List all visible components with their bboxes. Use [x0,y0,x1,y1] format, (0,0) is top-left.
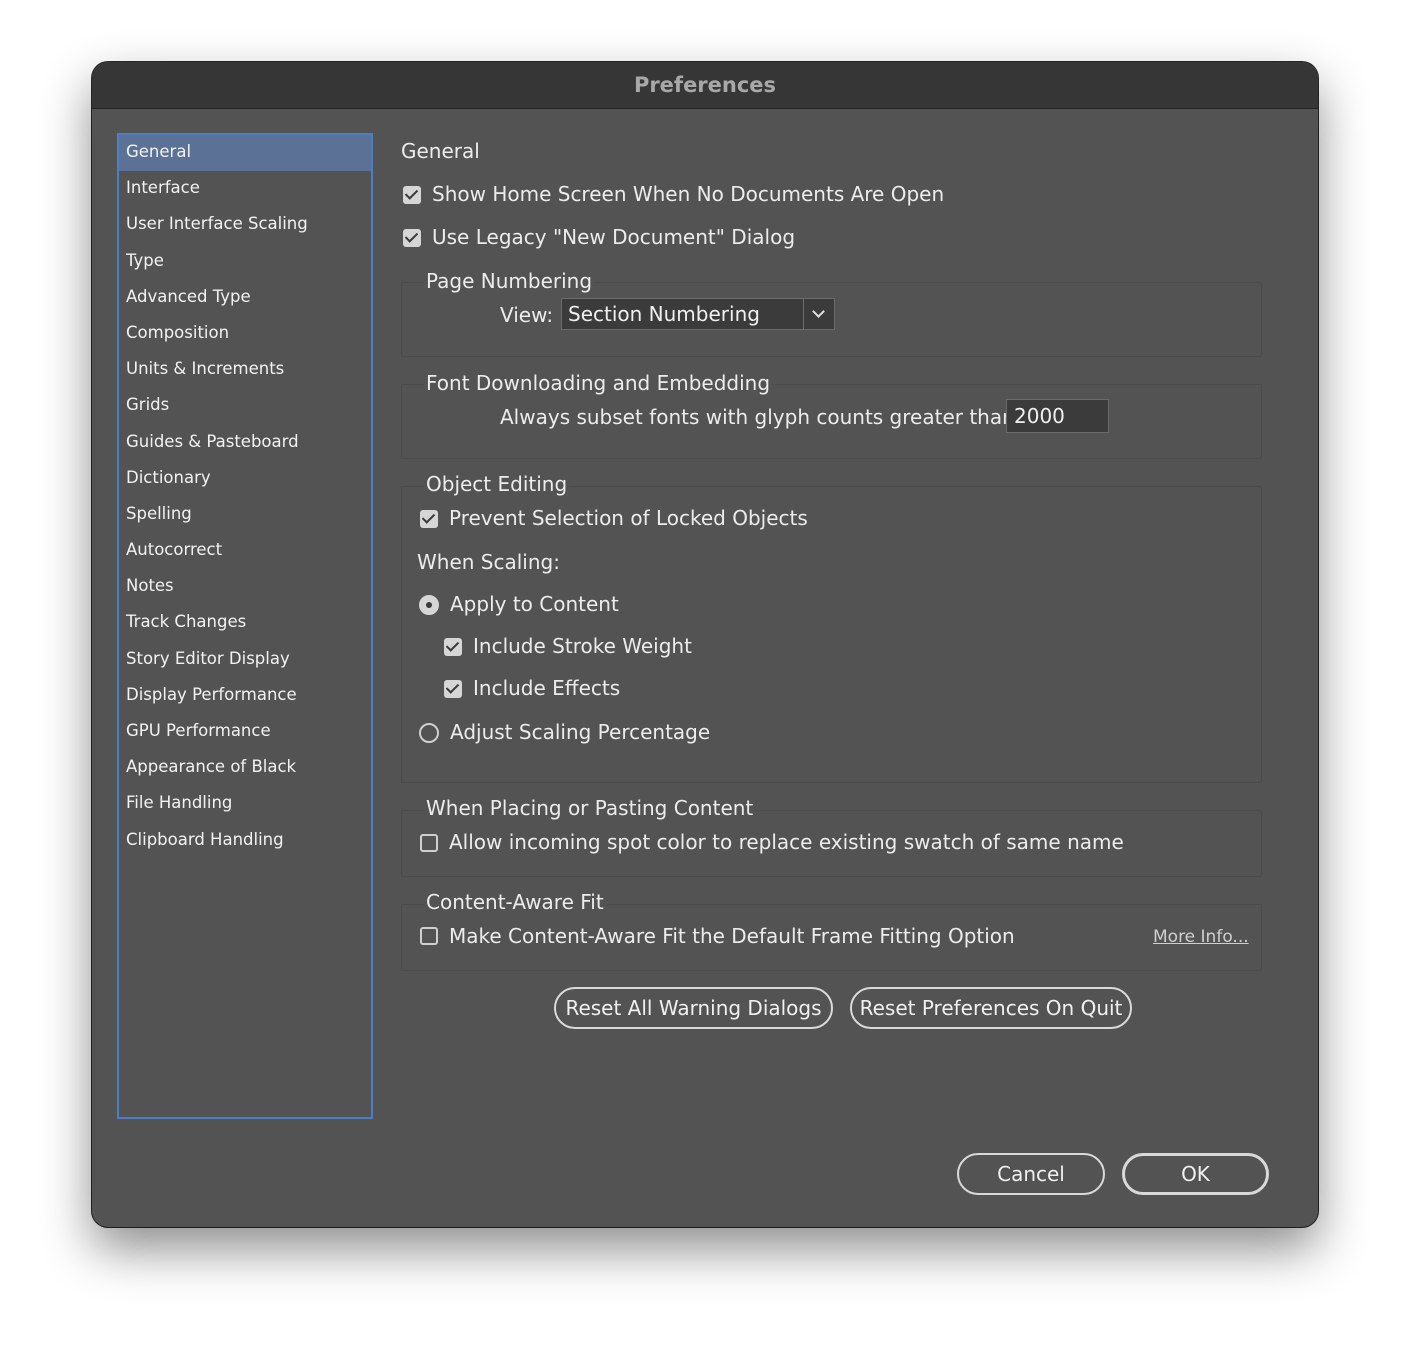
show-home-screen-label: Show Home Screen When No Documents Are O… [432,182,945,206]
include-effects-label: Include Effects [473,676,621,700]
content-aware-title: Content-Aware Fit [424,890,606,914]
object-editing-title: Object Editing [424,472,570,496]
checkbox-checked-icon [445,680,460,694]
allow-spot-color-checkbox[interactable] [420,834,438,852]
content-aware-default-checkbox[interactable] [420,927,438,945]
allow-spot-color-label: Allow incoming spot color to replace exi… [449,830,1124,854]
include-stroke-weight-checkbox[interactable] [444,638,462,656]
cancel-button[interactable]: Cancel [957,1153,1105,1195]
checkbox-checked-icon [404,229,419,243]
radio-on-icon [426,602,432,608]
checkbox-checked-icon [404,186,419,200]
adjust-scaling-radio[interactable] [419,723,439,743]
preferences-window: Preferences General Interface User Inter… [92,62,1318,1227]
checkbox-checked-icon [421,510,436,524]
checkbox-checked-icon [445,638,460,652]
adjust-scaling-label: Adjust Scaling Percentage [450,720,711,744]
prevent-locked-checkbox[interactable] [420,510,438,528]
ok-button[interactable]: OK [1122,1153,1269,1195]
chevron-down-icon [812,305,825,318]
reset-preferences-button[interactable]: Reset Preferences On Quit [850,987,1132,1029]
include-effects-checkbox[interactable] [444,680,462,698]
include-stroke-weight-label: Include Stroke Weight [473,634,692,658]
subset-fonts-label: Always subset fonts with glyph counts gr… [500,405,1022,429]
apply-to-content-label: Apply to Content [450,592,619,616]
when-scaling-label: When Scaling: [417,550,560,574]
page-numbering-view-select[interactable]: Section Numbering [561,298,835,330]
view-label: View: [500,303,554,327]
page-numbering-view-value: Section Numbering [568,302,760,326]
reset-warning-dialogs-button[interactable]: Reset All Warning Dialogs [554,987,833,1029]
content-aware-default-label: Make Content-Aware Fit the Default Frame… [449,924,1015,948]
placing-title: When Placing or Pasting Content [424,796,756,820]
more-info-link[interactable]: More Info... [1153,927,1249,947]
prevent-locked-label: Prevent Selection of Locked Objects [449,506,808,530]
dropdown-arrow[interactable] [803,299,834,329]
general-panel: General Show Home Screen When No Documen… [92,62,1318,1227]
show-home-screen-checkbox[interactable] [403,186,421,204]
panel-heading: General [401,139,480,163]
font-downloading-title: Font Downloading and Embedding [424,371,773,395]
legacy-new-document-label: Use Legacy "New Document" Dialog [432,225,796,249]
apply-to-content-radio[interactable] [419,595,439,615]
page-numbering-title: Page Numbering [424,269,595,293]
glyph-count-input[interactable]: 2000 [1006,399,1109,433]
legacy-new-document-checkbox[interactable] [403,229,421,247]
